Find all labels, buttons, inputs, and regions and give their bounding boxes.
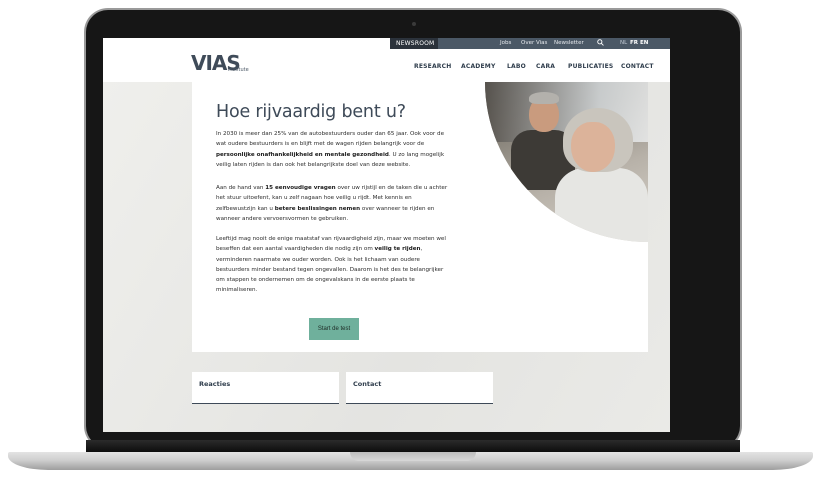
contact-label: Contact <box>353 380 382 388</box>
hero-photo <box>485 82 648 242</box>
page-title: Hoe rijvaardig bent u? <box>216 102 406 122</box>
nav-publicaties[interactable]: PUBLICATIES <box>568 63 613 70</box>
intro-paragraph-2: Aan de hand van 15 eenvoudige vragen ove… <box>216 185 448 222</box>
newsletter-link[interactable]: Newsletter <box>554 38 584 49</box>
nav-research[interactable]: RESEARCH <box>414 63 451 70</box>
newsroom-link[interactable]: NEWSROOM <box>390 38 438 49</box>
laptop-hinge <box>86 440 740 452</box>
search-icon[interactable] <box>597 39 604 46</box>
over-vias-link[interactable]: Over Vias <box>521 38 547 49</box>
vias-logo[interactable]: VIAS <box>191 53 255 77</box>
webcam <box>412 22 416 26</box>
jobs-link[interactable]: Jobs <box>500 38 511 49</box>
intro-paragraph-1: In 2030 is meer dan 25% van de autobestu… <box>216 131 445 168</box>
intro-paragraph-3: Leeftijd mag nooit de enige maatstaf van… <box>216 236 446 294</box>
start-test-button[interactable]: Start de test <box>309 318 359 340</box>
woman-face <box>571 122 615 172</box>
nav-contact[interactable]: CONTACT <box>621 63 654 70</box>
nav-academy[interactable]: ACADEMY <box>461 63 496 70</box>
intro-card: Hoe rijvaardig bent u? In 2030 is meer d… <box>192 82 648 352</box>
logo-subtitle: institute <box>228 67 249 73</box>
nav-labo[interactable]: LABO <box>507 63 526 70</box>
reacties-label: Reacties <box>199 380 231 388</box>
utility-bar: NEWSROOM Jobs Over Vias Newsletter NL FR… <box>103 38 670 49</box>
man-hair <box>529 92 559 104</box>
contact-card[interactable]: Contact <box>346 372 493 404</box>
woman-figure <box>555 168 648 242</box>
reacties-card[interactable]: Reacties <box>192 372 339 404</box>
language-nl[interactable]: NL <box>620 38 627 49</box>
nav-cara[interactable]: CARA <box>536 63 555 70</box>
language-en[interactable]: EN <box>640 38 648 49</box>
laptop-base-notch <box>350 452 476 461</box>
browser-viewport: NEWSROOM Jobs Over Vias Newsletter NL FR… <box>103 38 670 432</box>
site-header: VIAS institute RESEARCH ACADEMY LABO CAR… <box>103 49 670 82</box>
language-fr[interactable]: FR <box>630 38 638 49</box>
